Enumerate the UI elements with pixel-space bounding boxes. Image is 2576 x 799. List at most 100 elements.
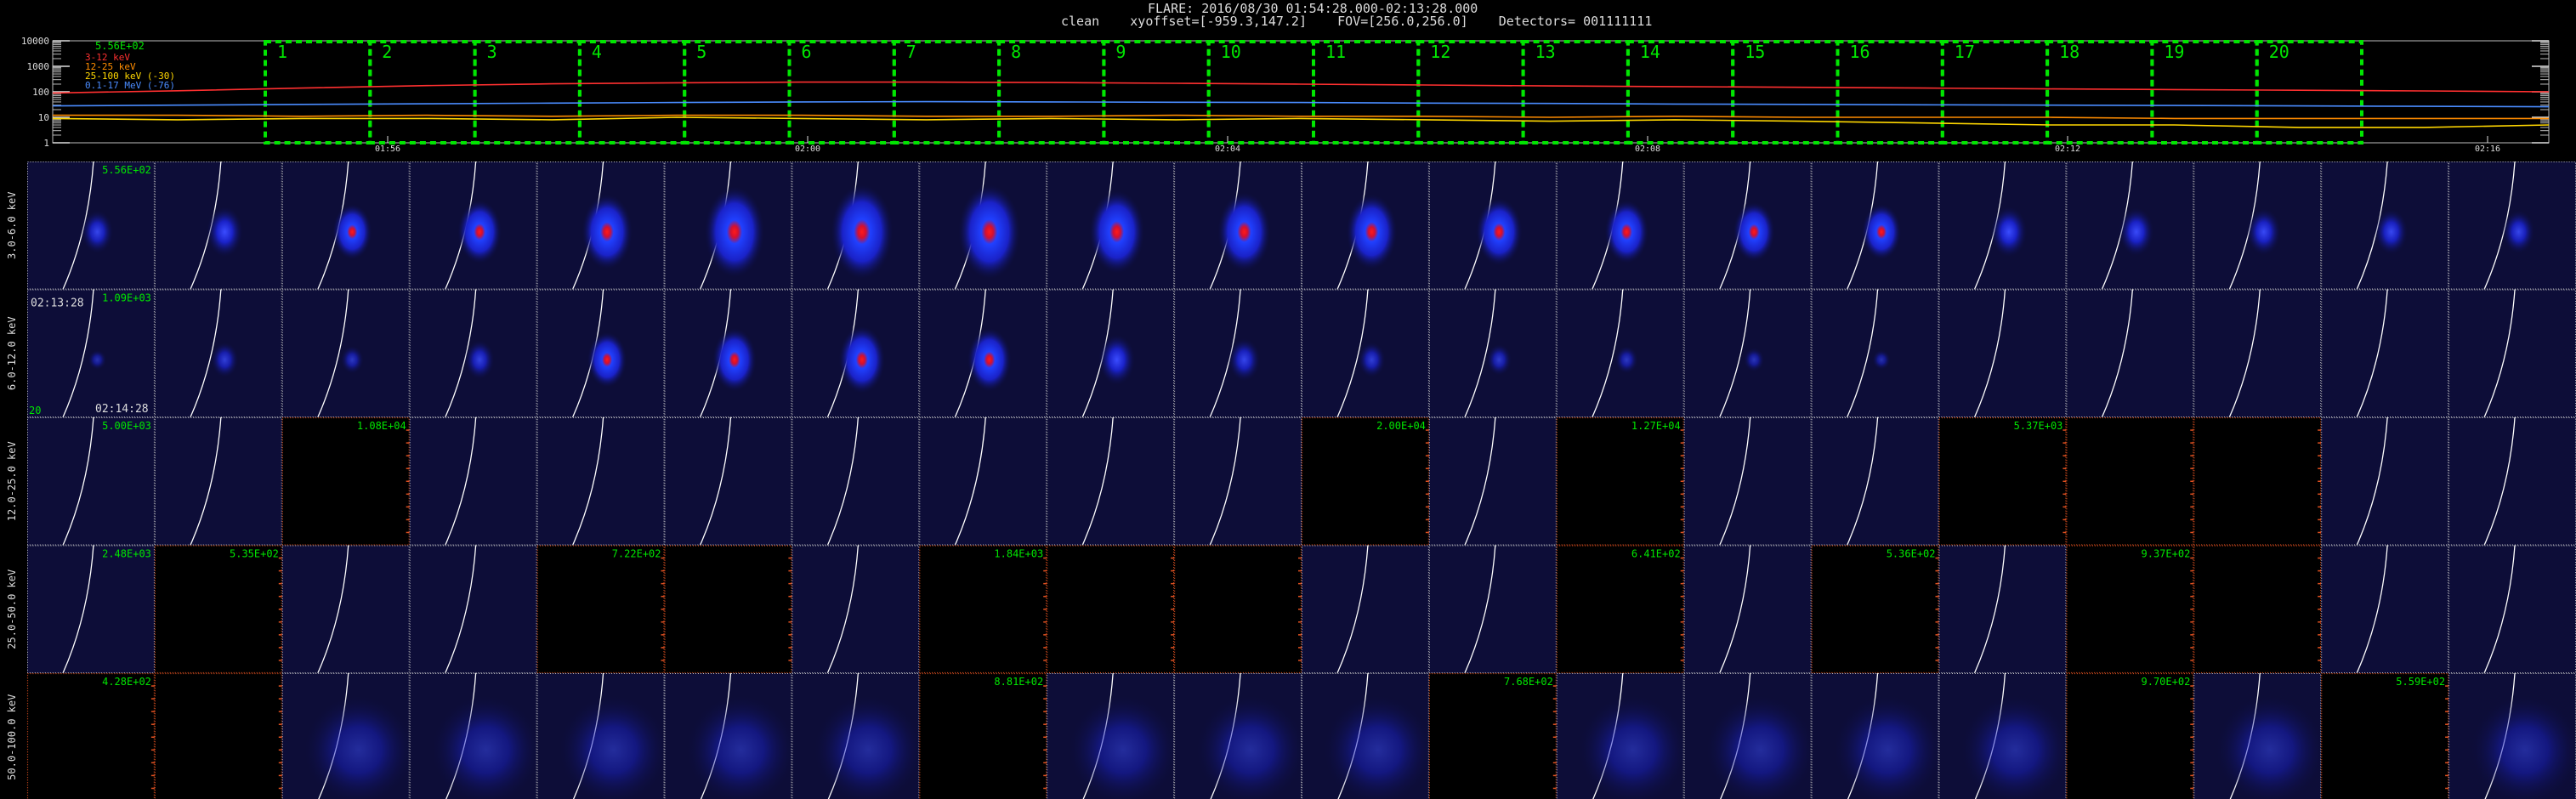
- map-cell: [1302, 417, 1429, 546]
- cell-frame: [2321, 162, 2449, 290]
- solar-limb: [1337, 672, 1369, 799]
- solar-limb: [1974, 672, 2006, 799]
- solar-limb: [190, 289, 222, 418]
- cell-frame: [1302, 673, 1429, 799]
- map-cell: [2066, 162, 2194, 290]
- solar-limb: [1082, 672, 1114, 799]
- solar-limb: [62, 289, 94, 418]
- map-cell: [2321, 289, 2449, 417]
- background-emission: [1065, 692, 1181, 799]
- first-time-label: 02:13:28: [31, 298, 84, 310]
- interval-label: 2: [382, 42, 392, 62]
- cell-frame: [409, 545, 537, 673]
- solar-limb: [572, 672, 604, 799]
- map-cell: [1174, 673, 1302, 799]
- map-cell: [1047, 545, 1175, 673]
- map-cell: [1811, 673, 1939, 799]
- background-emission: [556, 692, 671, 799]
- solar-limb: [700, 672, 732, 799]
- solar-limb: [317, 161, 349, 290]
- map-cell: [1811, 289, 1939, 417]
- cell-frame: [536, 673, 665, 799]
- solar-limb: [2483, 545, 2516, 674]
- solar-limb: [827, 672, 859, 799]
- interval-label: 13: [1535, 42, 1556, 62]
- source-blob: [2245, 207, 2282, 257]
- plot-header: FLARE: 2016/08/30 01:54:28.000-02:13:28.…: [0, 0, 2576, 34]
- source-blob: [332, 202, 373, 261]
- map-cell: [154, 545, 282, 673]
- background-emission: [810, 692, 926, 799]
- cell-frame: [409, 417, 537, 546]
- map-cell: [1938, 417, 2067, 546]
- cell-frame: [2193, 289, 2322, 417]
- energy-row-label: 12.0-25.0 keV: [6, 441, 18, 521]
- cell-frame: [664, 417, 792, 546]
- solar-limb: [2484, 672, 2516, 799]
- source-blob: [1603, 198, 1650, 265]
- interval-count-label: 20: [29, 405, 41, 416]
- cell-frame: [2193, 162, 2322, 290]
- map-cell: [536, 545, 665, 673]
- cell-peak-label: 5.35E+02: [230, 548, 279, 560]
- cell-frame: [1428, 162, 1557, 290]
- map-cell: [2066, 673, 2194, 799]
- empty-cell-frame: [26, 672, 155, 799]
- x-tick-label: 01:56: [375, 144, 400, 153]
- cell-frame: [792, 673, 920, 799]
- background-emission: [1575, 692, 1691, 799]
- cell-frame: [1811, 162, 1939, 290]
- cell-frame: [1683, 417, 1812, 546]
- cell-frame: [1174, 162, 1302, 290]
- map-cell: [154, 673, 282, 799]
- map-cell: [409, 545, 537, 673]
- map-cell: [792, 545, 920, 673]
- cell-frame: [1938, 289, 2067, 417]
- solar-limb: [1464, 161, 1496, 290]
- map-cell: [1811, 162, 1939, 290]
- cell-frame: [1428, 417, 1557, 546]
- solar-limb: [1336, 545, 1369, 674]
- cell-frame: [1683, 545, 1812, 673]
- cell-frame: [1428, 289, 1557, 417]
- map-cell: [1938, 673, 2067, 799]
- cell-frame: [281, 545, 410, 673]
- cell-peak-label: 1.08E+04: [357, 420, 406, 432]
- solar-limb: [317, 289, 349, 418]
- source-blob: [1087, 188, 1146, 275]
- solar-limb: [317, 545, 349, 674]
- solar-limb: [1592, 672, 1624, 799]
- solar-limb: [1846, 289, 1879, 418]
- interval-label: 19: [2164, 42, 2184, 62]
- interval-label: 6: [802, 42, 812, 62]
- cell-frame: [1047, 162, 1175, 290]
- map-cell: [1938, 162, 2067, 290]
- cell-frame: [1047, 673, 1175, 799]
- cell-frame: [2448, 162, 2576, 290]
- solar-limb: [699, 289, 732, 418]
- interval-label: 16: [1850, 42, 1870, 62]
- interval-label: 1: [277, 42, 287, 62]
- energy-row-label: 25.0-50.0 keV: [6, 570, 18, 649]
- map-cell: [1938, 545, 2067, 673]
- source-blob: [1614, 345, 1639, 375]
- source-blob: [587, 331, 628, 389]
- map-cell: [2448, 417, 2576, 546]
- solar-limb: [445, 545, 477, 674]
- background-emission: [684, 692, 798, 799]
- solar-limb: [1592, 289, 1624, 418]
- interval-label: 7: [906, 42, 916, 62]
- background-emission: [1830, 692, 1945, 799]
- cell-frame: [536, 417, 665, 546]
- x-tick-label: 02:08: [1635, 144, 1660, 153]
- cell-frame: [1556, 673, 1684, 799]
- cell-frame: [1556, 162, 1684, 290]
- cell-frame: [27, 162, 155, 290]
- map-cell: [281, 162, 410, 290]
- solar-limb: [2483, 161, 2516, 290]
- source-blob: [88, 348, 107, 371]
- cell-peak-label: 8.81E+02: [994, 676, 1043, 688]
- source-blob: [1861, 202, 1903, 261]
- map-cell: [281, 673, 410, 799]
- cell-frame: [919, 289, 1047, 417]
